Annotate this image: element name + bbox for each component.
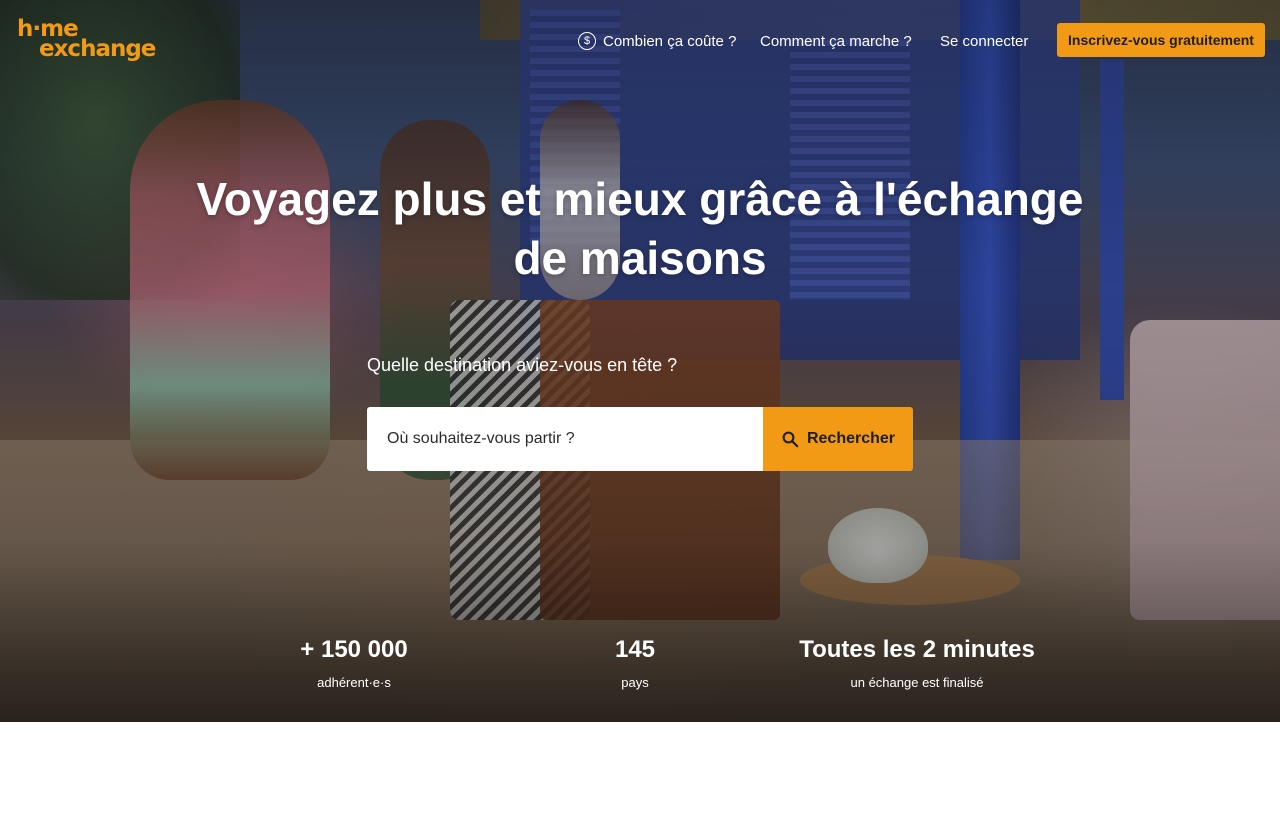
page-title: Voyagez plus et mieux grâce à l'échange …: [140, 170, 1140, 288]
nav-link-pricing-label: Combien ça coûte ?: [603, 32, 737, 50]
nav-link-how-it-works[interactable]: Comment ça marche ?: [760, 30, 912, 52]
page-title-line2: de maisons: [513, 232, 767, 284]
nav-link-how-label: Comment ça marche ?: [760, 32, 912, 50]
homeexchange-logo[interactable]: h·me exchange: [17, 16, 159, 64]
destination-search-input[interactable]: Où souhaitez-vous partir ?: [367, 407, 763, 471]
stat-exchange-frequency: Toutes les 2 minutes un échange est fina…: [787, 636, 1047, 691]
stat-value: 145: [614, 636, 656, 663]
stat-label: pays: [621, 675, 649, 690]
stat-label: un échange est finalisé: [850, 675, 984, 690]
stat-value: + 150 000: [300, 636, 408, 663]
destination-search-placeholder: Où souhaitez-vous partir ?: [387, 430, 575, 447]
stat-countries: 145 pays: [505, 636, 765, 691]
logo-text-line2: exchange: [39, 36, 156, 62]
stat-label: adhérent·e·s: [317, 675, 391, 690]
nav-link-login-label: Se connecter: [940, 32, 1029, 50]
page-title-line1: Voyagez plus et mieux grâce à l'échange: [196, 173, 1084, 225]
search-icon: [782, 431, 799, 448]
signup-button[interactable]: Inscrivez-vous gratuitement: [1057, 23, 1265, 57]
search-button[interactable]: Rechercher: [763, 407, 913, 471]
stat-members: + 150 000 adhérent·e·s: [224, 636, 484, 691]
search-question-label: Quelle destination aviez-vous en tête ?: [367, 355, 678, 375]
nav-link-login[interactable]: Se connecter: [940, 30, 1028, 52]
nav-link-pricing[interactable]: $ Combien ça coûte ?: [578, 30, 736, 52]
stat-value: Toutes les 2 minutes: [799, 636, 1035, 663]
dollar-circle-icon: $: [578, 32, 596, 50]
search-button-label: Rechercher: [806, 430, 896, 447]
hero-section: h·me exchange $ Combien ça coûte ? Comme…: [0, 0, 1280, 722]
